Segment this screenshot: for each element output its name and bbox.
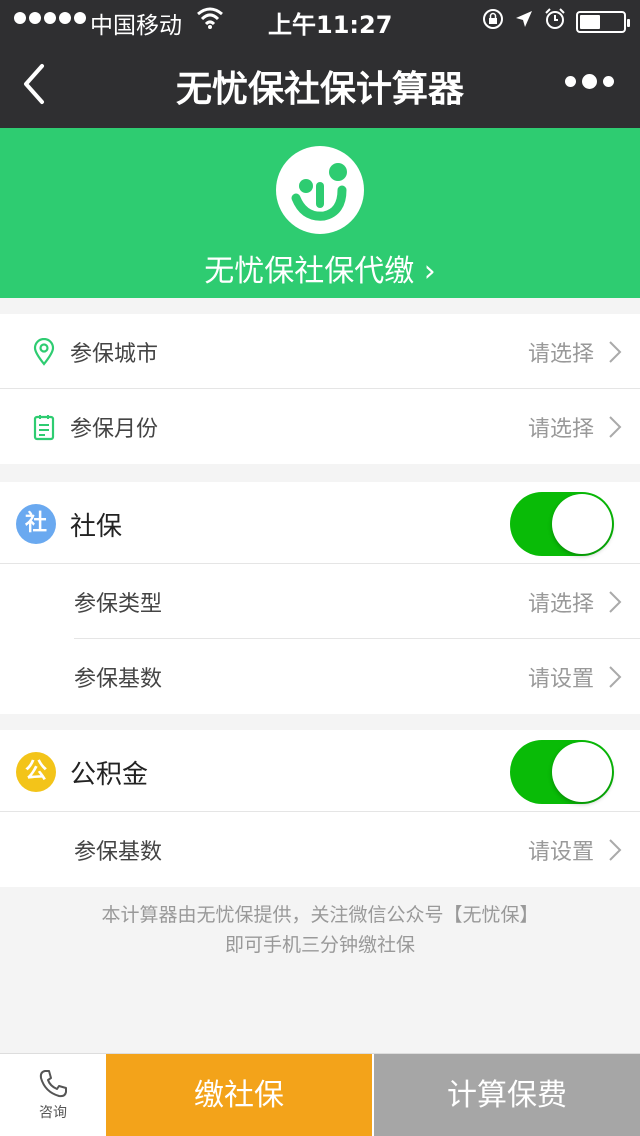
footnote: 本计算器由无忧保提供，关注微信公众号【无忧保】 即可手机三分钟缴社保 bbox=[0, 900, 640, 960]
social-title: 社保 bbox=[70, 512, 123, 542]
signal-icon bbox=[14, 12, 86, 24]
bottom-bar: 咨询 缴社保 计算保费 bbox=[0, 1053, 640, 1136]
brand-logo bbox=[276, 146, 364, 234]
social-badge-icon: 社 bbox=[16, 504, 56, 544]
phone-icon bbox=[37, 1068, 69, 1100]
page-title: 无忧保社保计算器 bbox=[175, 69, 464, 110]
wifi-icon bbox=[196, 6, 224, 36]
status-bar: 中国移动 上午11:27 bbox=[0, 0, 640, 40]
more-icon[interactable] bbox=[565, 74, 614, 89]
banner-link[interactable]: 无忧保社保代缴 › bbox=[0, 246, 640, 290]
social-base-label: 参保基数 bbox=[74, 667, 163, 692]
social-toggle[interactable] bbox=[510, 492, 614, 556]
chevron-right-icon bbox=[608, 590, 622, 614]
chevron-right-icon bbox=[608, 415, 622, 439]
fund-title: 公积金 bbox=[70, 760, 149, 790]
social-base-value: 请设置 bbox=[527, 667, 594, 692]
calculate-fee-button[interactable]: 计算保费 bbox=[374, 1054, 640, 1136]
clock: 上午11:27 bbox=[268, 11, 393, 39]
city-value: 请选择 bbox=[527, 342, 594, 367]
social-type-label: 参保类型 bbox=[74, 592, 163, 617]
city-row[interactable]: 参保城市 请选择 bbox=[0, 314, 640, 389]
social-type-value: 请选择 bbox=[527, 592, 594, 617]
top-bar: 中国移动 上午11:27 无忧保社保计算器 bbox=[0, 0, 640, 128]
fund-toggle[interactable] bbox=[510, 740, 614, 804]
rotation-lock-icon bbox=[482, 8, 504, 36]
chevron-right-icon bbox=[608, 838, 622, 862]
battery-icon bbox=[576, 11, 630, 33]
pay-social-button[interactable]: 缴社保 bbox=[106, 1054, 372, 1136]
chevron-right-icon bbox=[608, 340, 622, 364]
fund-header: 公 公积金 bbox=[0, 730, 640, 812]
footnote-line1: 本计算器由无忧保提供，关注微信公众号【无忧保】 bbox=[101, 904, 539, 926]
location-arrow-icon bbox=[514, 9, 534, 35]
fund-card: 公 公积金 参保基数 请设置 bbox=[0, 730, 640, 887]
consult-label: 咨询 bbox=[39, 1105, 67, 1121]
social-header: 社 社保 bbox=[0, 482, 640, 564]
social-type-row[interactable]: 参保类型 请选择 bbox=[0, 564, 640, 639]
general-card: 参保城市 请选择 参保月份 请选择 bbox=[0, 314, 640, 464]
brand-banner[interactable]: 无忧保社保代缴 › bbox=[0, 128, 640, 298]
carrier-name: 中国移动 bbox=[90, 13, 182, 39]
month-value: 请选择 bbox=[527, 417, 594, 442]
fund-base-row[interactable]: 参保基数 请设置 bbox=[0, 812, 640, 887]
consult-button[interactable]: 咨询 bbox=[0, 1054, 106, 1136]
fund-badge-icon: 公 bbox=[16, 752, 56, 792]
city-label: 参保城市 bbox=[70, 342, 159, 367]
fund-base-value: 请设置 bbox=[527, 840, 594, 865]
footnote-line2: 即可手机三分钟缴社保 bbox=[224, 934, 415, 956]
alarm-icon bbox=[544, 8, 566, 36]
fund-base-label: 参保基数 bbox=[74, 840, 163, 865]
month-row[interactable]: 参保月份 请选择 bbox=[0, 389, 640, 464]
chevron-right-icon bbox=[608, 665, 622, 689]
calendar-icon bbox=[30, 413, 58, 441]
social-base-row[interactable]: 参保基数 请设置 bbox=[0, 639, 640, 714]
social-card: 社 社保 参保类型 请选择 参保基数 请设置 bbox=[0, 482, 640, 714]
location-pin-icon bbox=[30, 337, 58, 366]
month-label: 参保月份 bbox=[70, 417, 159, 442]
